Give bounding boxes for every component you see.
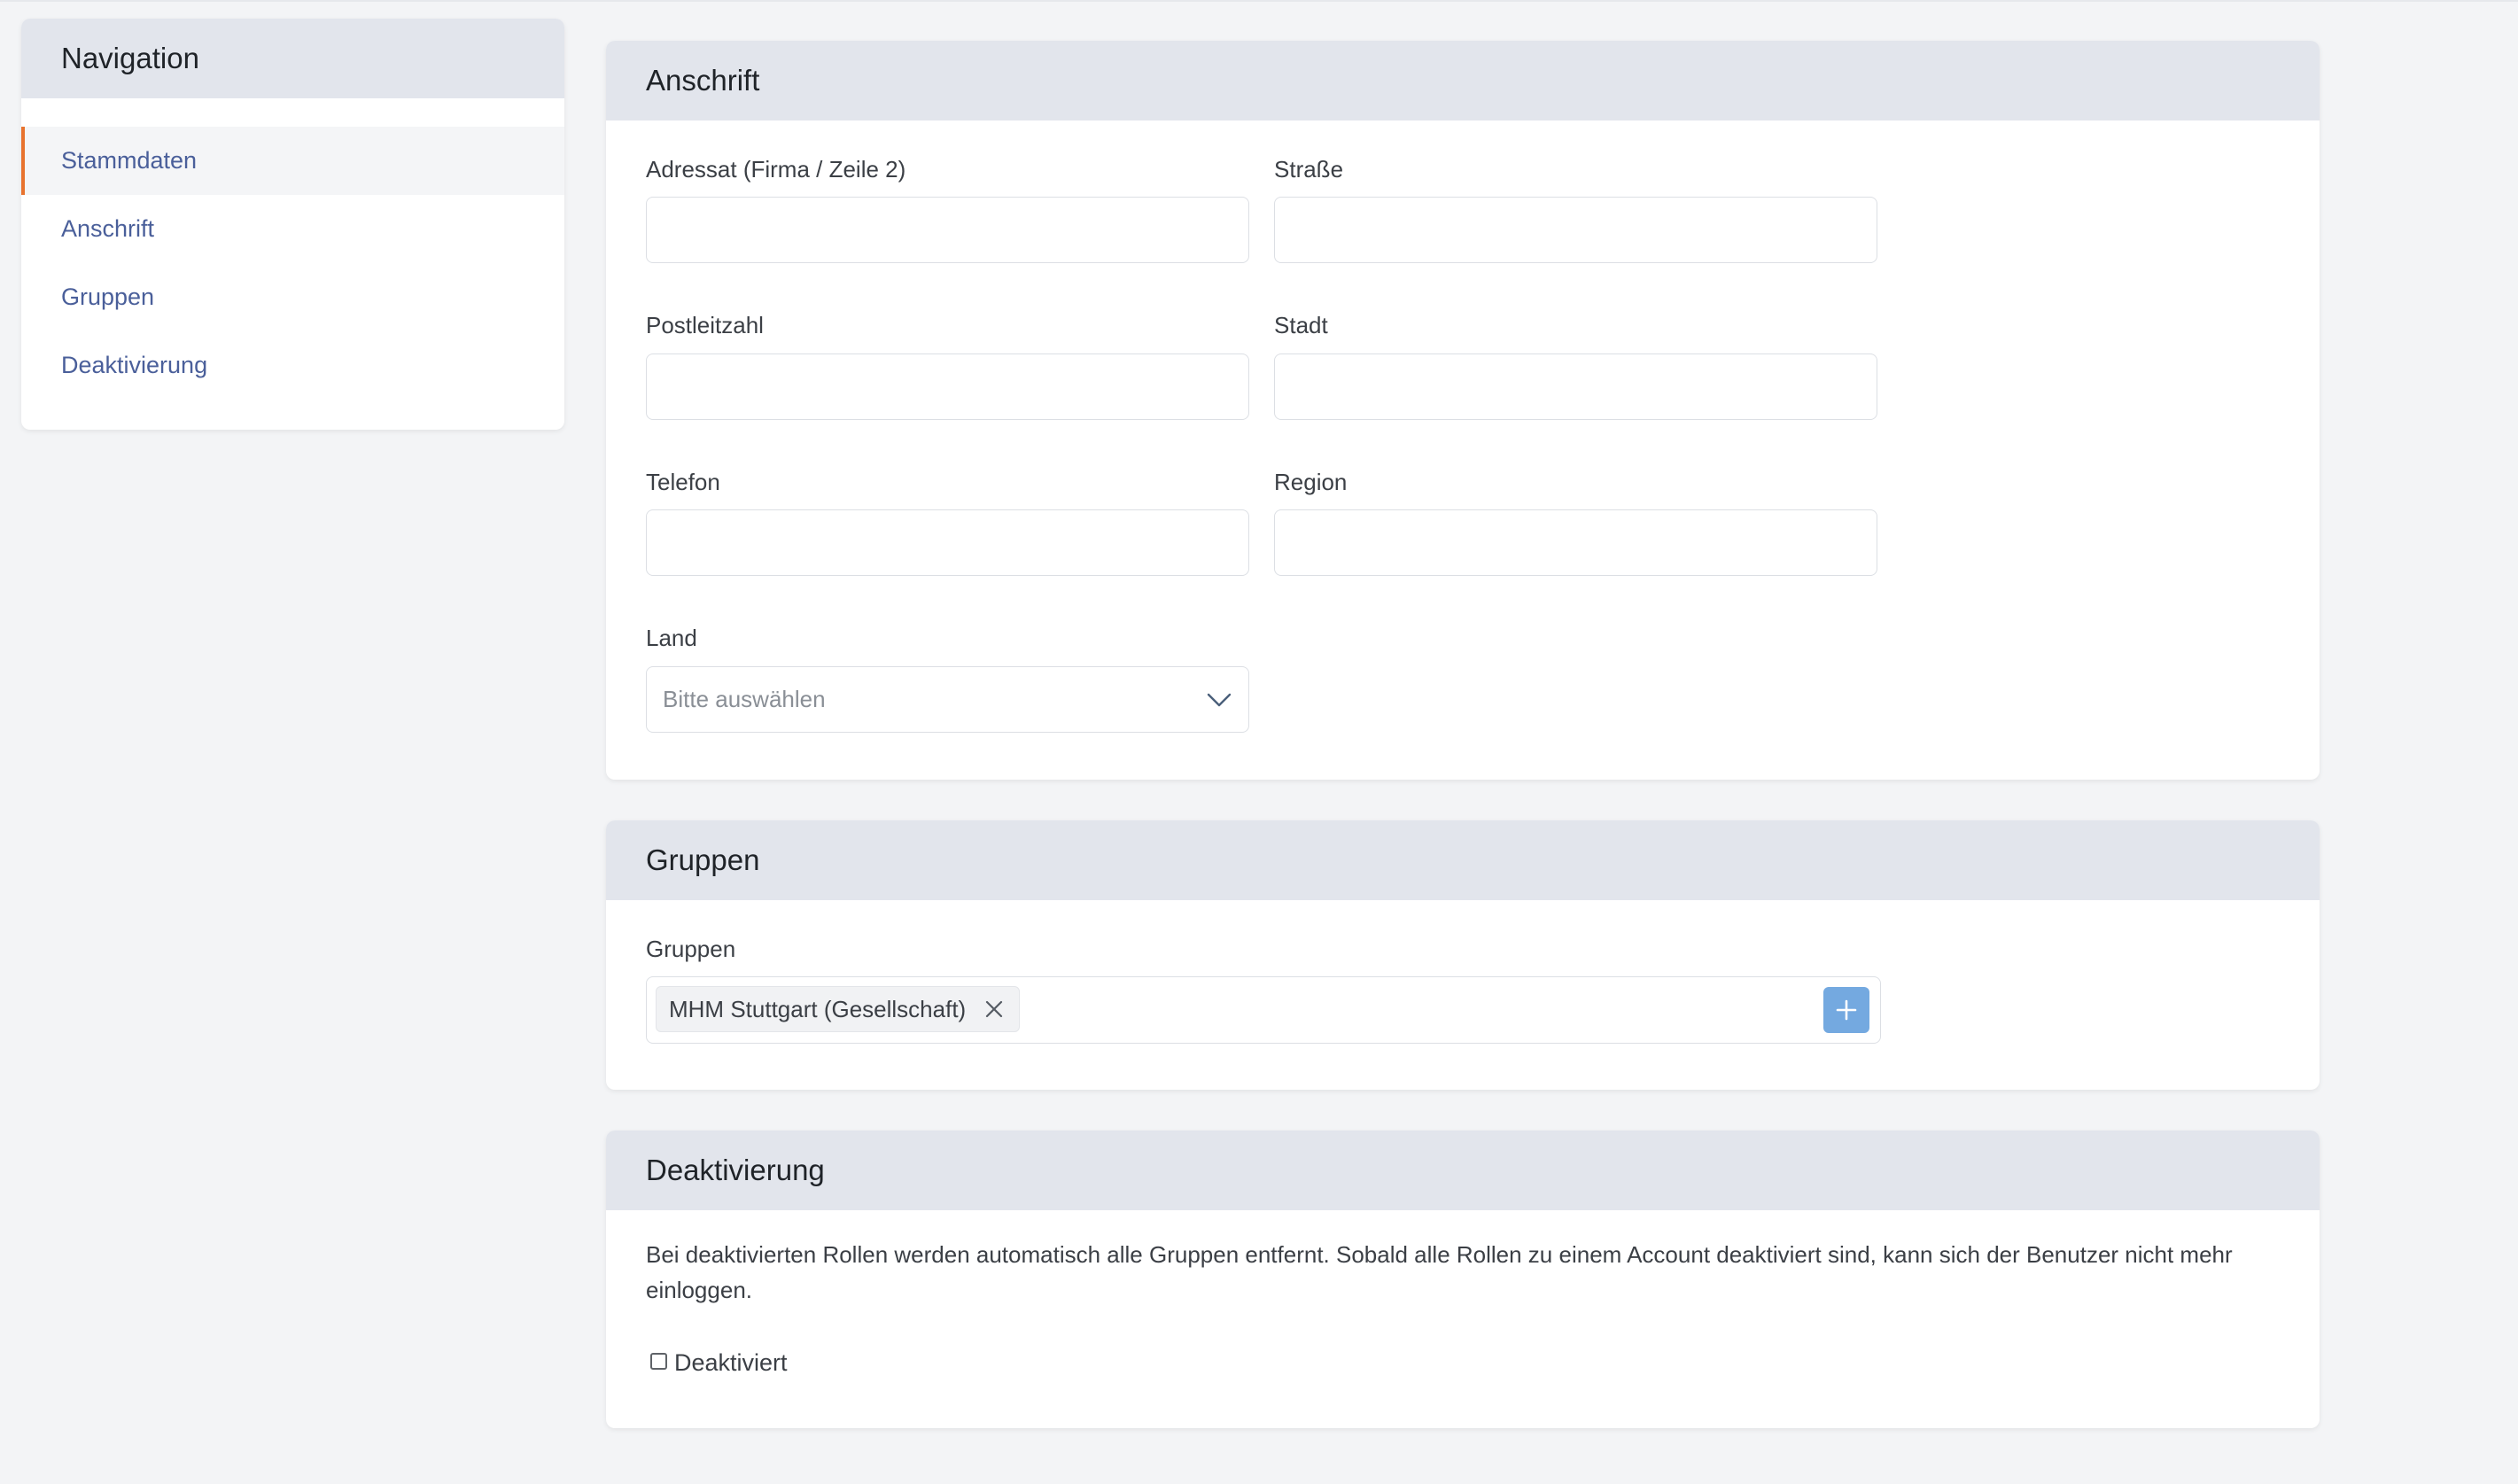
add-group-button[interactable]: [1823, 987, 1869, 1033]
country-label: Land: [646, 625, 697, 651]
nav-item-gruppen[interactable]: Gruppen: [21, 263, 564, 331]
nav-item-deaktivierung[interactable]: Deaktivierung: [21, 331, 564, 400]
region-label: Region: [1274, 469, 1348, 495]
deactivation-section-title: Deaktivierung: [606, 1130, 2320, 1210]
nav-item-stammdaten[interactable]: Stammdaten: [21, 127, 564, 195]
country-select[interactable]: Bitte auswählen: [646, 666, 1249, 733]
groups-label: Gruppen: [646, 936, 736, 962]
top-divider: [0, 0, 2518, 2]
groups-section: Gruppen Gruppen MHM Stuttgart (Gesellsch…: [606, 820, 2320, 1090]
navigation-list: Stammdaten Anschrift Gruppen Deaktivieru…: [21, 127, 564, 400]
addressee-input[interactable]: [646, 197, 1249, 263]
address-section: Anschrift Adressat (Firma / Zeile 2) Str…: [606, 41, 2320, 780]
postal-code-input[interactable]: [646, 354, 1249, 420]
addressee-label: Adressat (Firma / Zeile 2): [646, 156, 906, 183]
address-section-title: Anschrift: [606, 41, 2320, 120]
postal-code-label: Postleitzahl: [646, 312, 764, 338]
deactivation-section: Deaktivierung Bei deaktivierten Rollen w…: [606, 1130, 2320, 1428]
navigation-panel: Navigation Stammdaten Anschrift Gruppen …: [21, 19, 564, 430]
region-input[interactable]: [1274, 509, 1877, 576]
group-tag: MHM Stuttgart (Gesellschaft): [656, 986, 1021, 1032]
city-input[interactable]: [1274, 354, 1877, 420]
deactivated-checkbox-label: Deaktiviert: [674, 1349, 788, 1376]
deactivation-description: Bei deaktivierten Rollen werden automati…: [646, 1241, 2233, 1303]
close-icon[interactable]: [983, 998, 1005, 1020]
navigation-title: Navigation: [21, 19, 564, 98]
phone-input[interactable]: [646, 509, 1249, 576]
plus-icon: [1836, 999, 1857, 1021]
deactivated-checkbox-row[interactable]: Deaktiviert: [650, 1349, 788, 1377]
city-label: Stadt: [1274, 312, 1328, 338]
groups-section-title: Gruppen: [606, 820, 2320, 900]
groups-tag-input[interactable]: MHM Stuttgart (Gesellschaft): [646, 976, 1881, 1044]
street-label: Straße: [1274, 156, 1344, 183]
phone-label: Telefon: [646, 469, 720, 495]
group-tag-label: MHM Stuttgart (Gesellschaft): [669, 995, 967, 1022]
street-input[interactable]: [1274, 197, 1877, 263]
chevron-down-icon: [1207, 693, 1232, 707]
country-select-placeholder: Bitte auswählen: [663, 686, 826, 712]
nav-item-anschrift[interactable]: Anschrift: [21, 195, 564, 263]
deactivated-checkbox[interactable]: [650, 1353, 667, 1370]
